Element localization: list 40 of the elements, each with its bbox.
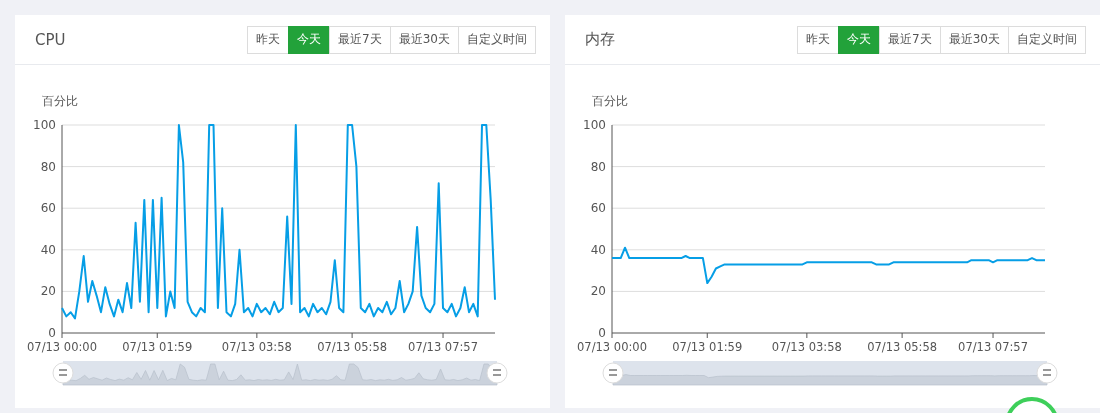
axis-label: 100 bbox=[583, 118, 606, 132]
axis-label: 60 bbox=[40, 201, 56, 216]
axis-label: 80 bbox=[590, 159, 606, 174]
axis-label: 07/13 07:57 bbox=[408, 340, 478, 354]
range-tab[interactable]: 最近7天 bbox=[879, 25, 941, 54]
slider-handle[interactable] bbox=[1036, 362, 1058, 384]
axis-label: 100 bbox=[33, 118, 56, 132]
range-tab[interactable]: 最近30天 bbox=[389, 25, 459, 54]
axis-label: 07/13 03:58 bbox=[221, 340, 292, 354]
range-tab[interactable]: 最近30天 bbox=[939, 25, 1009, 54]
axis-label: 20 bbox=[40, 284, 56, 299]
range-slider[interactable] bbox=[612, 361, 1048, 386]
axis-label: 07/13 01:59 bbox=[122, 340, 193, 354]
axis-title: 百分比 bbox=[592, 94, 628, 108]
slider-handle[interactable] bbox=[486, 362, 508, 384]
slider-handle[interactable] bbox=[52, 362, 74, 384]
axis-title: 百分比 bbox=[42, 94, 78, 108]
range-tab[interactable]: 自定义时间 bbox=[458, 25, 536, 54]
axis-label: 20 bbox=[590, 284, 606, 299]
axis-label: 40 bbox=[40, 242, 56, 257]
axis-label: 07/13 03:58 bbox=[771, 340, 842, 354]
slider-handle[interactable] bbox=[602, 362, 624, 384]
panel-title: 内存 bbox=[585, 30, 615, 49]
axis-label: 07/13 07:57 bbox=[958, 340, 1028, 354]
axis-label: 07/13 05:58 bbox=[317, 340, 388, 354]
axis-label: 07/13 01:59 bbox=[672, 340, 743, 354]
axis-label: 07/13 00:00 bbox=[577, 340, 647, 354]
axis-label: 40 bbox=[590, 242, 606, 257]
axis-label: 07/13 05:58 bbox=[867, 340, 938, 354]
range-tab[interactable]: 昨天 bbox=[797, 25, 840, 54]
panel-title: CPU bbox=[35, 30, 66, 49]
axis-label: 80 bbox=[40, 159, 56, 174]
range-tab[interactable]: 昨天 bbox=[247, 25, 290, 54]
axis-label: 60 bbox=[590, 201, 606, 216]
range-slider[interactable] bbox=[62, 361, 498, 386]
axis-label: 0 bbox=[598, 326, 606, 340]
range-tab[interactable]: 最近7天 bbox=[329, 25, 391, 54]
axis-label: 0 bbox=[48, 326, 56, 340]
range-tab[interactable]: 自定义时间 bbox=[1008, 25, 1086, 54]
axis-label: 07/13 00:00 bbox=[27, 340, 97, 354]
